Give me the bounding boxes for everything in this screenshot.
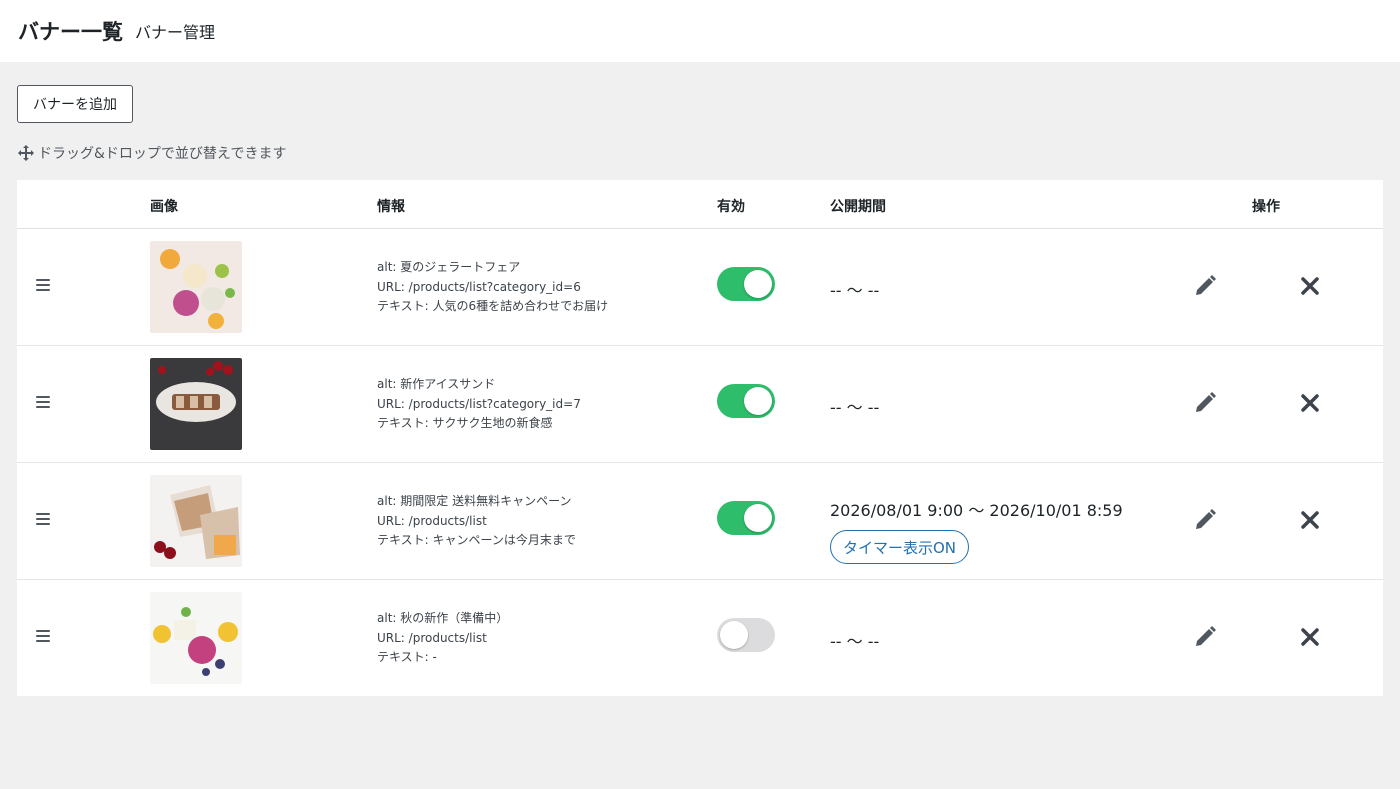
table-row: alt: 新作アイスサンド URL: /products/list?catego… — [17, 346, 1383, 463]
drag-handle-icon[interactable] — [36, 630, 50, 644]
banner-text: テキスト: - — [377, 650, 437, 664]
banner-info: alt: 期間限定 送料無料キャンペーン URL: /products/list… — [377, 492, 576, 551]
reorder-hint: ドラッグ&ドロップで並び替えできます — [18, 143, 287, 163]
column-header-enabled: 有効 — [717, 199, 745, 215]
pencil-icon[interactable] — [1193, 625, 1217, 649]
banner-url: URL: /products/list — [377, 513, 487, 528]
table-row: alt: 夏のジェラートフェア URL: /products/list?cate… — [17, 229, 1383, 346]
pencil-icon[interactable] — [1193, 508, 1217, 532]
move-arrows-icon — [18, 145, 34, 161]
reorder-hint-text: ドラッグ&ドロップで並び替えできます — [38, 146, 287, 162]
banner-url: URL: /products/list?category_id=7 — [377, 396, 581, 411]
banner-thumbnail — [150, 475, 242, 567]
enabled-toggle[interactable] — [717, 501, 775, 535]
banner-info: alt: 秋の新作（準備中） URL: /products/list テキスト:… — [377, 609, 508, 668]
enabled-toggle[interactable] — [717, 618, 775, 652]
close-icon[interactable] — [1300, 627, 1320, 647]
banner-text: テキスト: サクサク生地の新食感 — [377, 416, 553, 430]
banner-thumbnail — [150, 241, 242, 333]
pencil-icon[interactable] — [1193, 274, 1217, 298]
drag-handle-icon[interactable] — [36, 396, 50, 410]
banner-info: alt: 新作アイスサンド URL: /products/list?catego… — [377, 375, 581, 434]
drag-handle-icon[interactable] — [36, 513, 50, 527]
column-header-image: 画像 — [150, 199, 178, 215]
drag-handle-icon[interactable] — [36, 279, 50, 293]
close-icon[interactable] — [1300, 276, 1320, 296]
publish-period: -- 〜 -- — [830, 281, 880, 300]
banner-alt: alt: 夏のジェラートフェア — [377, 260, 521, 274]
banner-text: テキスト: 人気の6種を詰め合わせでお届け — [377, 299, 609, 313]
banner-url: URL: /products/list — [377, 630, 487, 645]
close-icon[interactable] — [1300, 393, 1320, 413]
add-banner-button[interactable]: バナーを追加 — [17, 85, 133, 123]
pencil-icon[interactable] — [1193, 391, 1217, 415]
banner-thumbnail — [150, 358, 242, 450]
enabled-toggle[interactable] — [717, 267, 775, 301]
banner-alt: alt: 秋の新作（準備中） — [377, 611, 509, 625]
publish-period: 2026/08/01 9:00 〜 2026/10/01 8:59 — [830, 501, 1123, 520]
page-title: バナー一覧 — [18, 20, 123, 44]
column-header-period: 公開期間 — [830, 199, 886, 215]
banner-info: alt: 夏のジェラートフェア URL: /products/list?cate… — [377, 258, 608, 317]
banner-text: テキスト: キャンペーンは今月末まで — [377, 533, 576, 547]
banner-table: 画像 情報 有効 公開期間 操作 alt: 夏のジェラートフェア URL: /p… — [17, 180, 1383, 696]
banner-alt: alt: 新作アイスサンド — [377, 377, 496, 391]
publish-period: -- 〜 -- — [830, 398, 880, 417]
banner-alt: alt: 期間限定 送料無料キャンペーン — [377, 494, 572, 508]
banner-url: URL: /products/list?category_id=6 — [377, 279, 581, 294]
close-icon[interactable] — [1300, 510, 1320, 530]
timer-display-badge: タイマー表示ON — [830, 530, 970, 564]
table-header: 画像 情報 有効 公開期間 操作 — [17, 180, 1383, 229]
table-row: alt: 秋の新作（準備中） URL: /products/list テキスト:… — [17, 580, 1383, 697]
page-header: バナー一覧 バナー管理 — [0, 0, 1400, 62]
banner-thumbnail — [150, 592, 242, 684]
table-row: alt: 期間限定 送料無料キャンペーン URL: /products/list… — [17, 463, 1383, 580]
column-header-actions: 操作 — [1252, 199, 1280, 215]
page-subtitle: バナー管理 — [135, 23, 216, 42]
publish-period: -- 〜 -- — [830, 632, 880, 651]
column-header-info: 情報 — [377, 199, 405, 215]
enabled-toggle[interactable] — [717, 384, 775, 418]
